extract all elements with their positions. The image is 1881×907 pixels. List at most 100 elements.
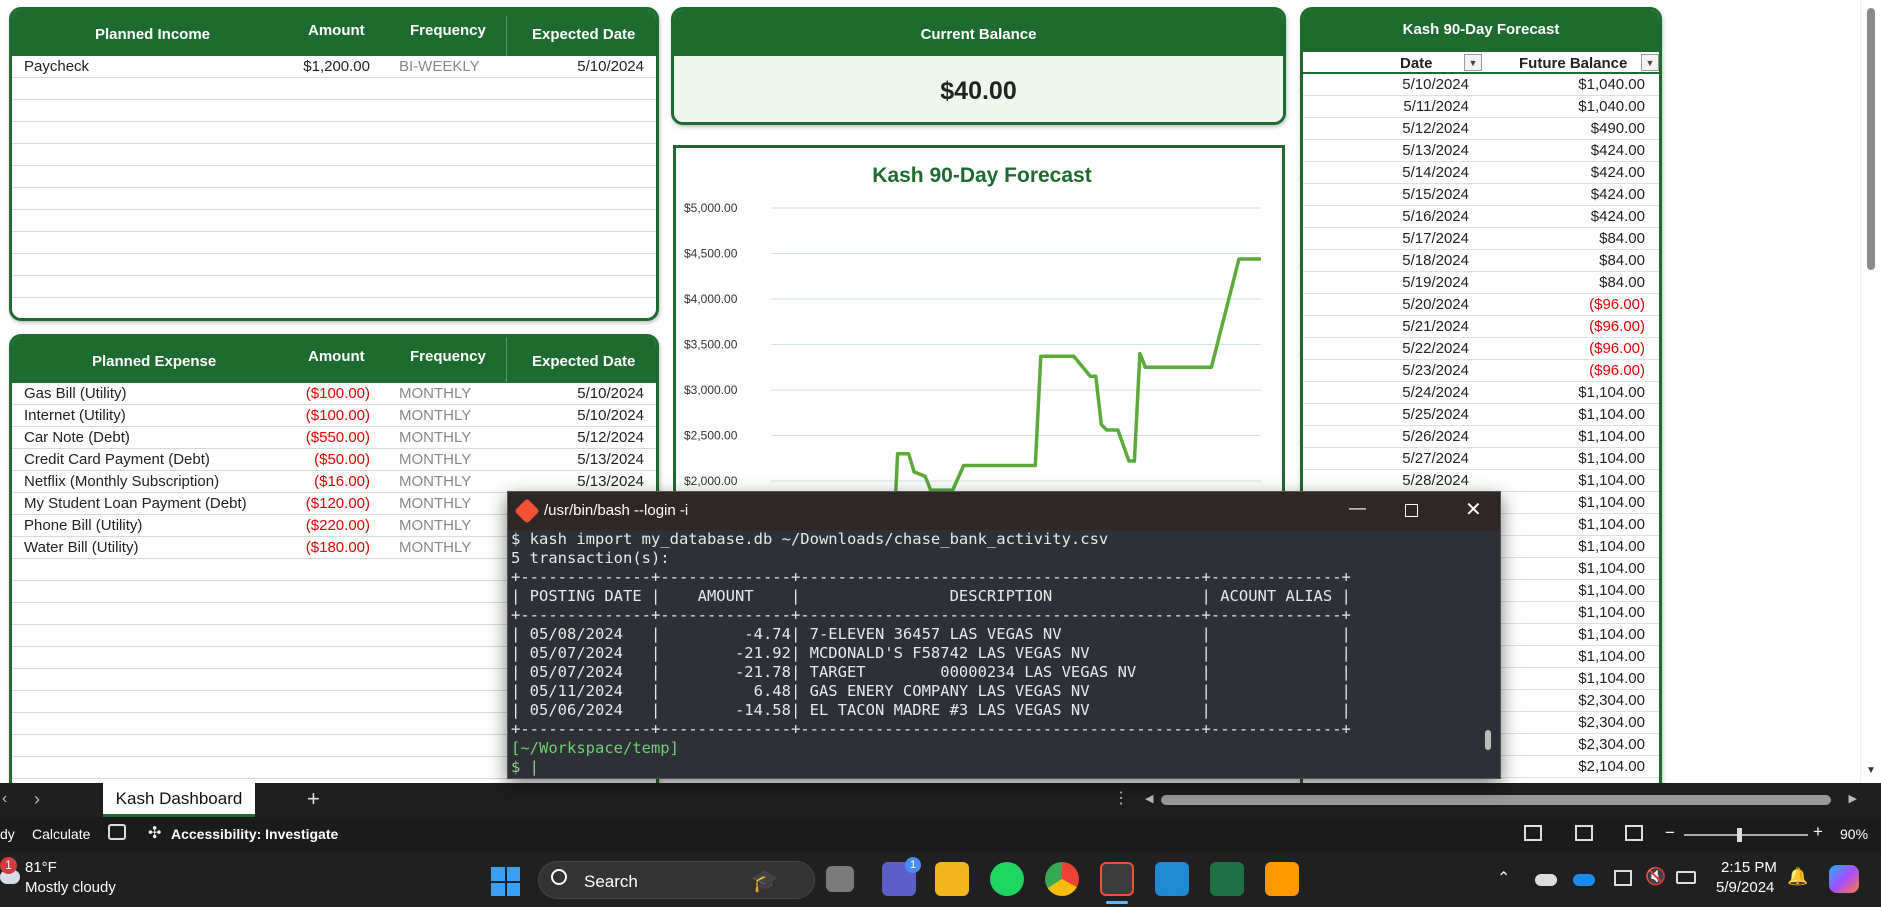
table-row[interactable]: 5/24/2024 $1,104.00 xyxy=(1303,382,1659,404)
minimize-icon[interactable]: — xyxy=(1349,498,1366,518)
forecast-balance: $1,104.00 xyxy=(1578,494,1645,511)
table-row[interactable]: 5/28/2024 $1,104.00 xyxy=(1303,470,1659,492)
more-options-icon[interactable]: ⋮ xyxy=(1113,788,1129,808)
vscode-icon[interactable] xyxy=(1155,862,1189,896)
table-row[interactable]: 5/15/2024 $424.00 xyxy=(1303,184,1659,206)
expense-amount: ($180.00) xyxy=(305,539,370,556)
table-row[interactable]: Credit Card Payment (Debt) ($50.00) MONTHL… xyxy=(12,449,656,471)
table-row[interactable] xyxy=(12,276,656,298)
terminal-scrollbar[interactable] xyxy=(1482,530,1494,778)
table-row[interactable]: 5/11/2024 $1,040.00 xyxy=(1303,96,1659,118)
volume-muted-icon[interactable]: 🔇 xyxy=(1645,867,1666,887)
table-row[interactable] xyxy=(12,188,656,210)
zoom-slider[interactable] xyxy=(1684,828,1808,842)
clock-time[interactable]: 2:15 PM xyxy=(1721,859,1777,876)
table-row[interactable] xyxy=(12,210,656,232)
table-row[interactable]: 5/26/2024 $1,104.00 xyxy=(1303,426,1659,448)
table-row[interactable]: Car Note (Debt) ($550.00) MONTHLY 5/12/2024 xyxy=(12,427,656,449)
terminal-title-bar[interactable]: /usr/bin/bash --login -i — ✕ xyxy=(508,492,1500,530)
terminal-scroll-thumb[interactable] xyxy=(1485,730,1491,750)
table-row[interactable]: Netflix (Monthly Subscription) ($16.00) MO… xyxy=(12,471,656,493)
tab-scroll-right-icon[interactable]: › xyxy=(34,789,40,810)
macro-icon[interactable] xyxy=(108,824,126,840)
bash-terminal-window[interactable]: /usr/bin/bash --login -i — ✕ $ kash impo… xyxy=(507,491,1501,779)
expense-frequency: MONTHLY xyxy=(399,429,472,446)
chrome-icon[interactable] xyxy=(1045,862,1079,896)
tab-scroll-left-icon[interactable]: ‹ xyxy=(2,790,7,808)
balance-filter-button[interactable]: ▼ xyxy=(1641,54,1659,71)
file-explorer-icon[interactable] xyxy=(935,862,969,896)
table-row[interactable]: 5/27/2024 $1,104.00 xyxy=(1303,448,1659,470)
maximize-icon[interactable] xyxy=(1405,504,1418,517)
onedrive-icon[interactable] xyxy=(1535,874,1557,886)
y-tick-label: $3,500.00 xyxy=(684,338,738,352)
table-row[interactable]: 5/20/2024 ($96.00) xyxy=(1303,294,1659,316)
table-row[interactable]: Paycheck $1,200.00 BI-WEEKLY 5/10/2024 xyxy=(12,56,656,78)
page-layout-icon[interactable] xyxy=(1575,825,1593,841)
horizontal-scrollbar-thumb[interactable] xyxy=(1161,795,1831,805)
excel-icon[interactable] xyxy=(1210,862,1244,896)
table-row[interactable]: 5/25/2024 $1,104.00 xyxy=(1303,404,1659,426)
battery-icon[interactable] xyxy=(1676,871,1696,884)
horizontal-scrollbar[interactable]: ◀ ▶ xyxy=(1145,792,1857,808)
sheet-vertical-scrollbar[interactable]: ▼ xyxy=(1860,0,1881,783)
table-row[interactable] xyxy=(12,232,656,254)
forecast-balance: $424.00 xyxy=(1590,164,1645,181)
table-row[interactable]: 5/22/2024 ($96.00) xyxy=(1303,338,1659,360)
table-row[interactable]: 5/23/2024 ($96.00) xyxy=(1303,360,1659,382)
sublime-text-icon[interactable] xyxy=(1265,862,1299,896)
zoom-level[interactable]: 90% xyxy=(1840,826,1868,842)
table-row[interactable]: Internet (Utility) ($100.00) MONTHLY 5/10/2… xyxy=(12,405,656,427)
zoom-slider-handle[interactable] xyxy=(1737,828,1742,842)
windows-start-icon[interactable] xyxy=(491,867,520,896)
terminal-output[interactable]: $ kash import my_database.db ~/Downloads… xyxy=(511,530,1481,778)
scroll-right-icon[interactable]: ▶ xyxy=(1849,792,1857,805)
notification-bell-icon[interactable]: 🔔 xyxy=(1787,867,1808,887)
table-row[interactable]: 5/12/2024 $490.00 xyxy=(1303,118,1659,140)
zoom-in-icon[interactable]: + xyxy=(1813,822,1823,842)
table-row[interactable]: 5/18/2024 $84.00 xyxy=(1303,250,1659,272)
onedrive-business-icon[interactable] xyxy=(1573,874,1595,886)
table-row[interactable] xyxy=(12,100,656,122)
tab-kash-dashboard[interactable]: Kash Dashboard xyxy=(103,783,255,817)
table-row[interactable] xyxy=(12,144,656,166)
git-bash-icon[interactable] xyxy=(1100,862,1134,896)
copilot-icon[interactable] xyxy=(1829,865,1859,893)
scrollbar-thumb[interactable] xyxy=(1867,8,1875,270)
table-row[interactable]: 5/10/2024 $1,040.00 xyxy=(1303,74,1659,96)
chevron-up-icon[interactable]: ⌃ xyxy=(1497,868,1510,888)
page-break-icon[interactable] xyxy=(1625,825,1643,841)
scroll-down-icon[interactable]: ▼ xyxy=(1866,765,1876,776)
network-icon[interactable] xyxy=(1614,870,1632,886)
table-row[interactable] xyxy=(12,254,656,276)
taskbar-search-box[interactable]: Search 🎓 xyxy=(538,861,815,899)
scroll-left-icon[interactable]: ◀ xyxy=(1145,792,1153,805)
terminal-prompt[interactable]: $ | xyxy=(511,758,1481,777)
clock-date[interactable]: 5/9/2024 xyxy=(1716,879,1774,896)
expense-frequency: MONTHLY xyxy=(399,517,472,534)
task-view-icon[interactable] xyxy=(826,866,854,892)
weather-widget[interactable]: 1 81°F Mostly cloudy xyxy=(0,852,140,907)
zoom-out-icon[interactable]: − xyxy=(1665,823,1675,843)
table-row[interactable] xyxy=(12,166,656,188)
expense-col-name: Planned Expense xyxy=(92,353,217,370)
table-row[interactable]: 5/19/2024 $84.00 xyxy=(1303,272,1659,294)
table-row[interactable]: 5/21/2024 ($96.00) xyxy=(1303,316,1659,338)
table-row[interactable]: Gas Bill (Utility) ($100.00) MONTHLY 5/10/2… xyxy=(12,383,656,405)
close-icon[interactable]: ✕ xyxy=(1465,497,1482,522)
spotify-icon[interactable] xyxy=(990,862,1024,896)
add-sheet-button[interactable]: + xyxy=(307,786,320,812)
table-row[interactable] xyxy=(12,122,656,144)
normal-view-icon[interactable] xyxy=(1524,825,1542,841)
forecast-date: 5/23/2024 xyxy=(1402,362,1469,379)
terminal-line: | 05/11/2024 | 6.48| GAS ENERY COMPANY L… xyxy=(511,682,1351,700)
table-row[interactable] xyxy=(12,78,656,100)
table-row[interactable]: 5/13/2024 $424.00 xyxy=(1303,140,1659,162)
status-accessibility[interactable]: Accessibility: Investigate xyxy=(171,826,338,842)
status-calculate[interactable]: Calculate xyxy=(32,826,90,842)
table-row[interactable]: 5/14/2024 $424.00 xyxy=(1303,162,1659,184)
teams-icon[interactable]: 1 xyxy=(882,857,921,896)
table-row[interactable]: 5/16/2024 $424.00 xyxy=(1303,206,1659,228)
table-row[interactable]: 5/17/2024 $84.00 xyxy=(1303,228,1659,250)
date-filter-button[interactable]: ▼ xyxy=(1464,54,1482,71)
